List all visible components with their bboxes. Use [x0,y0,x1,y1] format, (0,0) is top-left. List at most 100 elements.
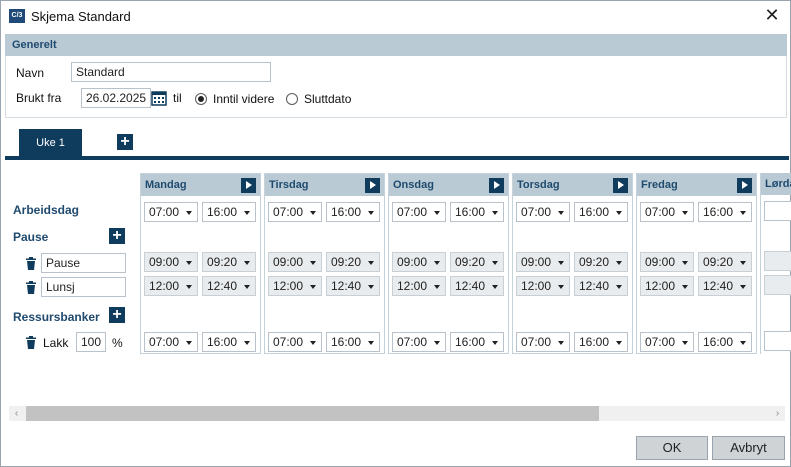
copy-day-arrow-icon[interactable] [489,178,504,193]
work-start-select[interactable]: 07:00 [640,202,694,222]
pause-start-select[interactable]: 09:00 [392,252,446,272]
work-start-select[interactable] [764,201,791,221]
work-start-select[interactable]: 07:00 [144,202,198,222]
add-resource-button[interactable]: + [109,307,125,323]
select-value: 16:00 [703,205,734,219]
resource-end-select[interactable]: 16:00 [326,332,380,352]
lunch-end-select[interactable]: 12:40 [202,276,256,296]
pause-start-select[interactable]: 09:00 [640,252,694,272]
tab-week-1[interactable]: Uke 1 [19,129,82,157]
radio-end-date-label: Sluttdato [304,92,352,106]
scroll-right-icon[interactable]: › [770,406,785,421]
pause-start-select[interactable]: 09:00 [268,252,322,272]
select-value: 16:00 [331,335,362,349]
lunch-end-select[interactable]: 12:40 [450,276,504,296]
work-start-select[interactable]: 07:00 [516,202,570,222]
select-value: 12:40 [703,279,734,293]
select-value: 09:20 [331,255,362,269]
lunch-end-select[interactable]: 12:40 [698,276,752,296]
lunch-end-select[interactable]: 12:40 [574,276,628,296]
scroll-left-icon[interactable]: ‹ [9,406,24,421]
resource-start-select[interactable] [764,331,791,351]
copy-day-arrow-icon[interactable] [365,178,380,193]
radio-end-date[interactable] [286,93,298,105]
lunch-start-select[interactable]: 12:00 [144,276,198,296]
resource-end-select[interactable]: 16:00 [202,332,256,352]
resource-start-select[interactable]: 07:00 [144,332,198,352]
work-start-select[interactable]: 07:00 [268,202,322,222]
work-end-select[interactable]: 16:00 [698,202,752,222]
work-end-select[interactable]: 16:00 [326,202,380,222]
resource-start-select[interactable]: 07:00 [268,332,322,352]
work-end-select[interactable]: 16:00 [574,202,628,222]
date-field[interactable] [81,88,151,108]
pause-end-select[interactable]: 09:20 [450,252,504,272]
scrollbar-thumb[interactable] [26,406,599,421]
pause-end-select[interactable]: 09:20 [574,252,628,272]
resource-percent-field[interactable] [76,332,106,352]
name-field[interactable] [71,62,271,82]
trash-icon[interactable] [25,281,37,294]
chevron-down-icon [368,211,374,215]
ok-button[interactable]: OK [636,436,708,460]
lunch-start-select[interactable]: 12:00 [268,276,322,296]
resource-end-select[interactable]: 16:00 [450,332,504,352]
calendar-icon[interactable] [151,90,167,106]
resource-start-select[interactable]: 07:00 [516,332,570,352]
resource-start-select[interactable]: 07:00 [640,332,694,352]
chevron-down-icon [434,285,440,289]
work-end-select[interactable]: 16:00 [450,202,504,222]
work-start-select[interactable]: 07:00 [392,202,446,222]
pause-end-select[interactable]: 09:20 [202,252,256,272]
select-value: 09:20 [207,255,238,269]
day-column-thursday: Torsdag 07:00 16:00 09:00 09:20 12:00 12… [512,173,633,354]
select-value: 12:00 [397,279,428,293]
chevron-down-icon [244,261,250,265]
chevron-down-icon [492,261,498,265]
select-value: 07:00 [397,335,428,349]
select-value: 07:00 [149,335,180,349]
pause-start-select[interactable]: 09:00 [144,252,198,272]
pause-start-select[interactable] [764,251,791,271]
work-end-select[interactable]: 16:00 [202,202,256,222]
radio-until-further[interactable] [195,93,207,105]
tab-bar-divider [5,156,789,160]
select-value: 12:00 [149,279,180,293]
chevron-down-icon [244,211,250,215]
chevron-down-icon [434,211,440,215]
lunch-start-select[interactable]: 12:00 [516,276,570,296]
resource-start-select[interactable]: 07:00 [392,332,446,352]
copy-day-arrow-icon[interactable] [241,178,256,193]
select-value: 07:00 [273,335,304,349]
add-tab-button[interactable]: + [117,134,133,150]
percent-unit: % [112,336,123,350]
close-icon[interactable]: ✕ [762,5,782,25]
resource-end-select[interactable]: 16:00 [574,332,628,352]
pause-name-field[interactable] [41,253,126,273]
chevron-down-icon [558,341,564,345]
select-value: 07:00 [645,335,676,349]
lunch-start-select[interactable] [764,275,791,295]
trash-icon[interactable] [25,257,37,270]
day-name: Fredag [641,179,678,191]
copy-day-arrow-icon[interactable] [613,178,628,193]
lunch-end-select[interactable]: 12:40 [326,276,380,296]
lunch-start-select[interactable]: 12:00 [392,276,446,296]
copy-day-arrow-icon[interactable] [737,178,752,193]
select-value: 09:20 [455,255,486,269]
lunch-start-select[interactable]: 12:00 [640,276,694,296]
select-value: 09:00 [397,255,428,269]
select-value: 16:00 [455,205,486,219]
pause-start-select[interactable]: 09:00 [516,252,570,272]
lunch-name-field[interactable] [41,277,126,297]
resource-end-select[interactable]: 16:00 [698,332,752,352]
add-pause-button[interactable]: + [109,228,125,244]
title-bar: C/3 Skjema Standard ✕ [1,1,790,32]
cancel-button[interactable]: Avbryt [712,436,785,460]
chevron-down-icon [310,261,316,265]
pause-end-select[interactable]: 09:20 [698,252,752,272]
pause-end-select[interactable]: 09:20 [326,252,380,272]
select-value: 12:40 [207,279,238,293]
trash-icon[interactable] [25,336,37,349]
select-value: 07:00 [397,205,428,219]
